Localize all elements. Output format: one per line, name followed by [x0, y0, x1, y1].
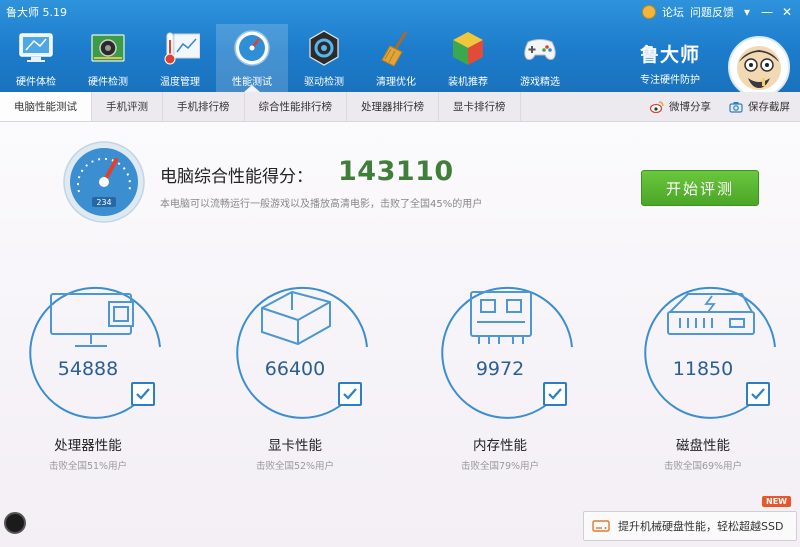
disk-ring	[644, 286, 776, 419]
nav-games[interactable]: 游戏精选	[504, 24, 576, 92]
speedometer-icon	[234, 30, 270, 66]
skin-icon[interactable]: ▾	[740, 5, 754, 19]
weibo-share-label: 微博分享	[669, 101, 711, 113]
nav-cleanup[interactable]: 清理优化	[360, 24, 432, 92]
gpu-check-icon[interactable]	[338, 382, 362, 406]
coin-icon[interactable]	[642, 5, 656, 19]
brand-name: 鲁大师	[640, 44, 701, 66]
memory-label: 内存性能	[473, 438, 527, 454]
cpu-performance-card[interactable]: 54888 处理器性能 击败全国51%用户	[25, 282, 175, 482]
gpu-label: 显卡性能	[268, 438, 322, 454]
tab-gpu-ranking[interactable]: 显卡排行榜	[439, 92, 521, 121]
cpu-score: 54888	[57, 358, 119, 380]
save-screenshot-button[interactable]: 保存截屏	[729, 99, 790, 114]
save-screenshot-label: 保存截屏	[748, 101, 790, 113]
cpu-description: 击败全国51%用户	[48, 461, 128, 472]
tab-overall-ranking[interactable]: 综合性能排行榜	[245, 92, 347, 121]
nav-hardware-detect[interactable]: 硬件检测	[72, 24, 144, 92]
thermometer-icon	[164, 32, 200, 65]
nav-label: 装机推荐	[448, 77, 488, 88]
disk-score: 11850	[672, 358, 734, 380]
brand: 鲁大师 专注硬件防护	[640, 40, 700, 86]
close-icon[interactable]: ✕	[780, 5, 794, 19]
tab-phone-review[interactable]: 手机评测	[92, 92, 163, 121]
disk-performance-card[interactable]: 11850 磁盘性能 击败全国69%用户	[640, 282, 790, 482]
cube-icon	[453, 32, 483, 65]
memory-ring	[441, 286, 573, 419]
gpu-performance-card[interactable]: 66400 显卡性能 击败全国52%用户	[232, 282, 382, 482]
camera-icon	[729, 101, 743, 113]
memory-check-icon[interactable]	[543, 382, 567, 406]
memory-performance-card[interactable]: 9972 内存性能 击败全国79%用户	[437, 282, 587, 482]
tab-tools: 微博分享 保存截屏	[650, 92, 800, 121]
score-description: 本电脑可以流畅运行一般游戏以及播放高清电影，击败了全国45%的用户	[160, 199, 483, 210]
disk-drive-icon	[667, 293, 755, 335]
nav-temperature[interactable]: 温度管理	[144, 24, 216, 92]
nav-label: 性能测试	[232, 77, 272, 88]
monitor-icon	[19, 33, 53, 62]
score-value: 143110	[338, 156, 454, 187]
mascot-avatar	[728, 36, 790, 98]
nav-label: 温度管理	[160, 77, 200, 88]
start-benchmark-button[interactable]: 开始评测	[641, 170, 759, 206]
gpu-cube-icon	[261, 290, 331, 346]
memory-score: 9972	[475, 358, 525, 380]
brand-tagline: 专注硬件防护	[640, 75, 700, 86]
hard-drive-icon	[592, 520, 610, 532]
disk-check-icon[interactable]	[746, 382, 770, 406]
weibo-icon	[650, 100, 664, 113]
nav-performance-test[interactable]: 性能测试	[216, 24, 288, 92]
disk-label: 磁盘性能	[676, 438, 730, 454]
nav-hardware-checkup[interactable]: 硬件体检	[0, 24, 72, 92]
nav-label: 驱动检测	[304, 77, 344, 88]
minimize-icon[interactable]: —	[760, 5, 774, 19]
tab-cpu-ranking[interactable]: 处理器排行榜	[347, 92, 439, 121]
nav-label: 游戏精选	[520, 77, 560, 88]
cpu-label: 处理器性能	[54, 438, 122, 454]
gauge-readout: 234	[96, 198, 111, 207]
broom-icon	[381, 31, 408, 67]
cpu-icon	[50, 293, 134, 347]
performance-panel: 234 电脑综合性能得分： 143110 本电脑可以流畅运行一般游戏以及播放高清…	[0, 122, 800, 547]
top-bar: 鲁大师 5.19 论坛 问题反馈 ▾ — ✕ 硬件体检 硬件检测 温度管理 性能…	[0, 0, 800, 92]
tab-bar: 电脑性能测试 手机评测 手机排行榜 综合性能排行榜 处理器排行榜 显卡排行榜 微…	[0, 92, 800, 122]
main-nav: 硬件体检 硬件检测 温度管理 性能测试 驱动检测 清理优化 装机推荐 游戏精选	[0, 24, 576, 92]
tab-phone-ranking[interactable]: 手机排行榜	[163, 92, 245, 121]
promo-text: 提升机械硬盘性能，轻松超越SSD	[618, 520, 784, 533]
tab-pc-performance[interactable]: 电脑性能测试	[0, 92, 92, 121]
new-badge: NEW	[762, 496, 791, 507]
gpu-description: 击败全国52%用户	[255, 461, 335, 472]
nav-driver[interactable]: 驱动检测	[288, 24, 360, 92]
nav-label: 硬件体检	[16, 77, 56, 88]
motherboard-icon	[91, 34, 125, 62]
app-title: 鲁大师 5.19	[6, 6, 67, 19]
gpu-score: 66400	[264, 358, 326, 380]
feedback-link[interactable]: 问题反馈	[690, 4, 734, 20]
top-links: 论坛 问题反馈 ▾ — ✕	[642, 4, 794, 20]
performance-gauge-icon: 234	[63, 141, 145, 223]
cpu-ring	[29, 286, 161, 419]
weibo-share-button[interactable]: 微博分享	[650, 99, 711, 114]
gamepad-icon	[524, 39, 556, 60]
score-title: 电脑综合性能得分：	[160, 167, 313, 187]
status-orb-icon[interactable]	[4, 512, 26, 534]
gpu-ring	[236, 286, 368, 419]
nav-label: 硬件检测	[88, 77, 128, 88]
gear-icon	[309, 30, 339, 66]
memory-description: 击败全国79%用户	[460, 461, 540, 472]
cpu-check-icon[interactable]	[131, 382, 155, 406]
ssd-boost-promo-button[interactable]: 提升机械硬盘性能，轻松超越SSD	[583, 511, 797, 541]
nav-label: 清理优化	[376, 77, 416, 88]
forum-link[interactable]: 论坛	[662, 4, 684, 20]
memory-chip-icon	[470, 291, 532, 344]
nav-build-recommend[interactable]: 装机推荐	[432, 24, 504, 92]
disk-description: 击败全国69%用户	[663, 461, 743, 472]
mascot-icon	[737, 46, 781, 90]
